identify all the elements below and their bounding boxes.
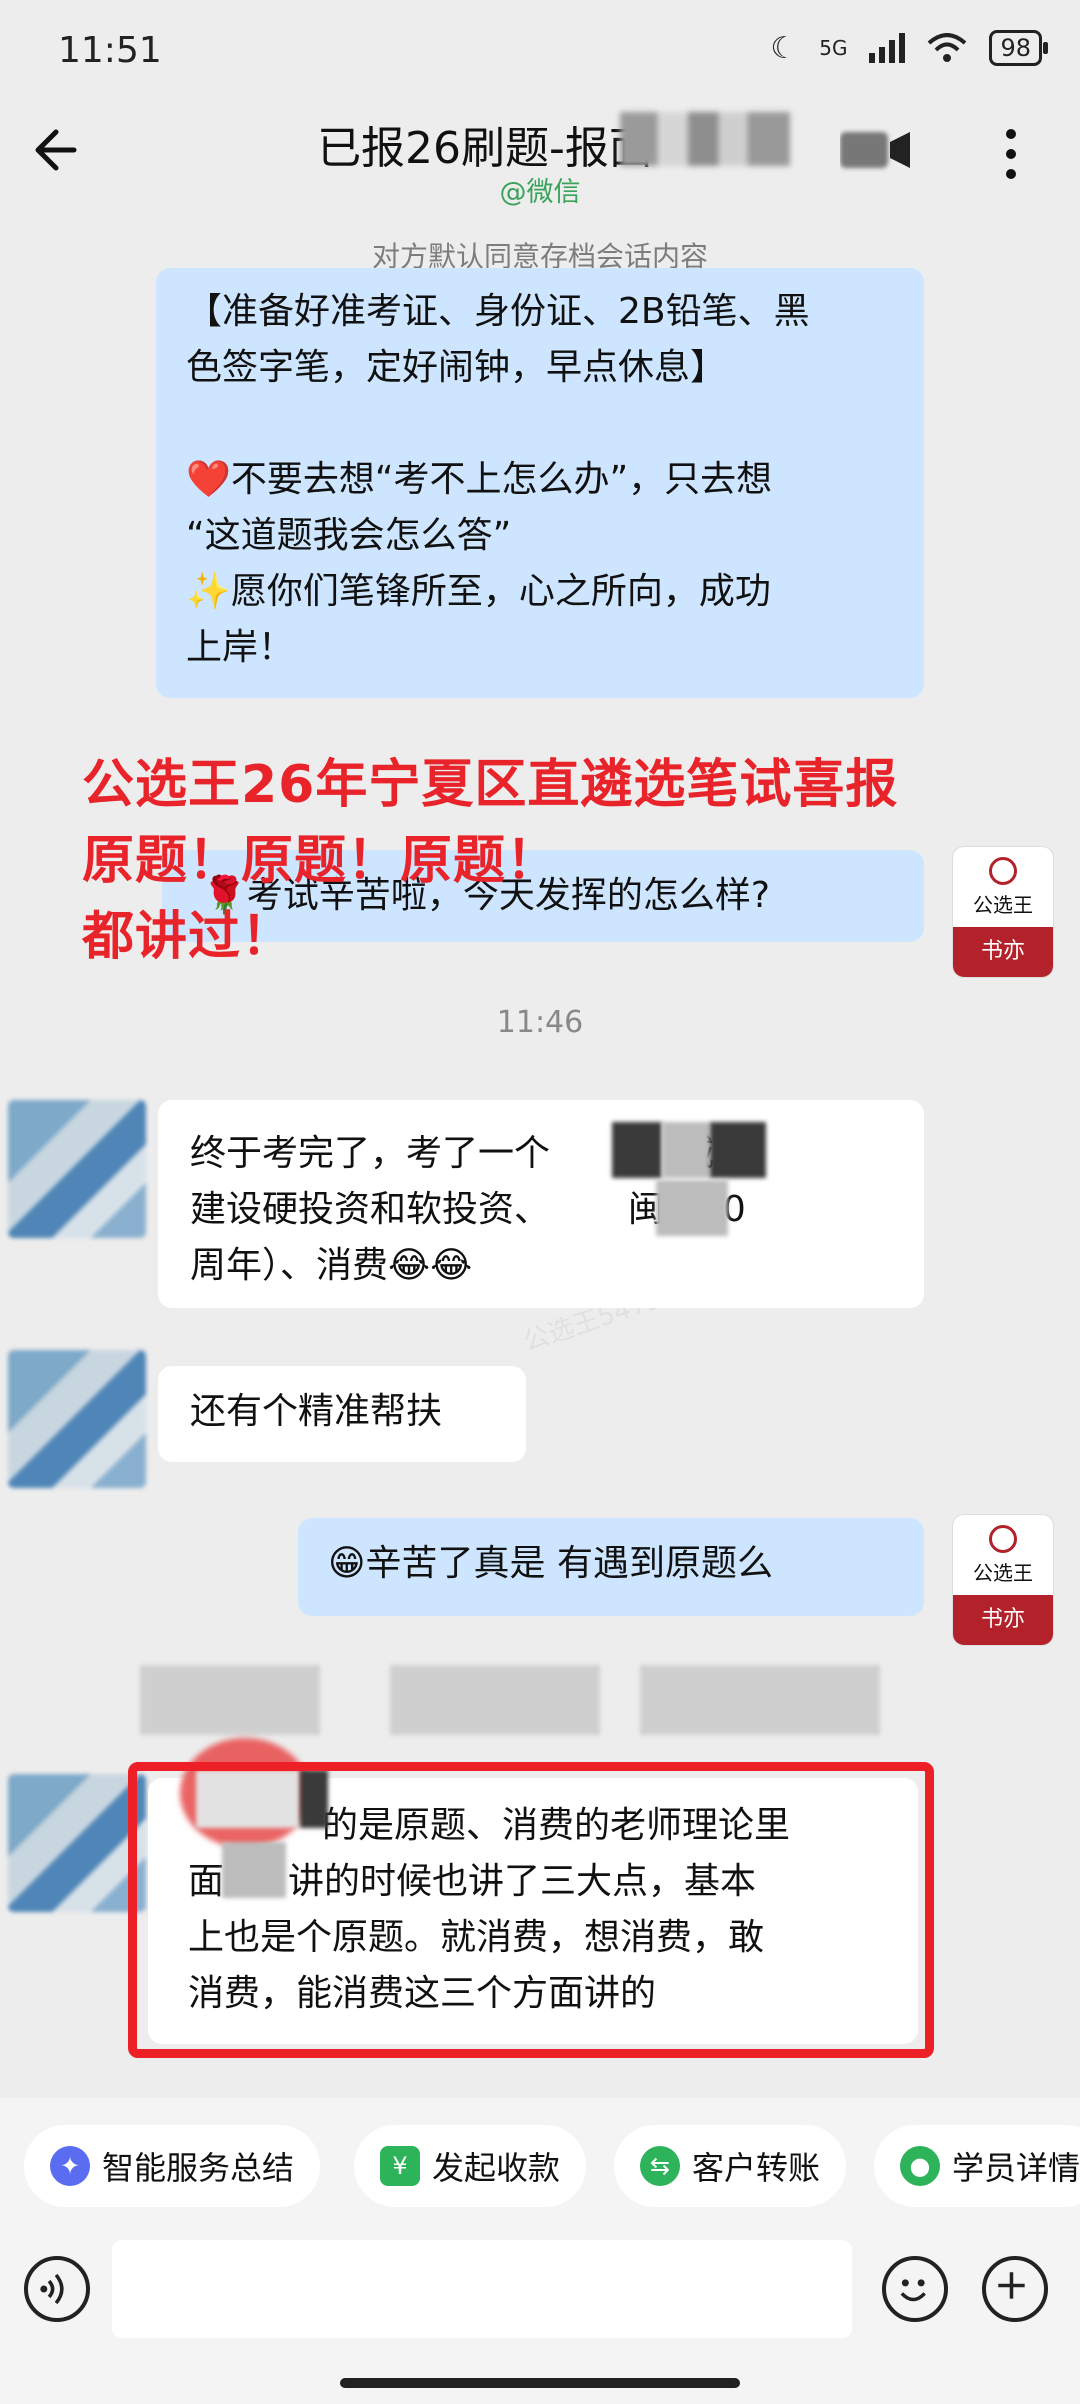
message-text: 周年）、消费😂😂 xyxy=(190,1245,473,1286)
message-bubble-incoming[interactable]: 还有个精准帮扶 xyxy=(158,1366,526,1462)
signal-icon xyxy=(869,33,906,63)
message-bubble-outgoing[interactable]: 😁辛苦了真是 有遇到原题么 xyxy=(298,1518,924,1616)
quick-action-collect-payment[interactable]: ¥ 发起收款 xyxy=(354,2125,587,2207)
message-line: “这道题我会怎么答” xyxy=(186,515,512,556)
avatar[interactable] xyxy=(8,1774,146,1912)
redacted-text xyxy=(710,1122,766,1178)
chat-subtitle: @微信 xyxy=(499,177,581,208)
message-text: 还有个精准帮扶 xyxy=(190,1391,443,1432)
avatar-brand[interactable]: 公选王 书亦 xyxy=(952,846,1054,978)
brand-tag: 书亦 xyxy=(953,927,1053,977)
redacted-title-part xyxy=(620,112,790,166)
more-options-icon[interactable] xyxy=(996,128,1026,180)
overlay-subline: 原题！原题！原题！ xyxy=(82,831,560,891)
student-icon: ● xyxy=(900,2146,940,2186)
message-line: ❤️不要去想“考不上怎么办”，只去想 xyxy=(186,459,773,500)
message-text: 终于考完了，考了一个 xyxy=(190,1133,551,1174)
avatar[interactable] xyxy=(8,1350,146,1488)
time-divider: 11:46 xyxy=(496,1005,584,1040)
brand-name: 公选王 xyxy=(973,892,1033,917)
chat-title: 已报26刷题-报面 xyxy=(317,123,653,174)
transfer-icon: ⇆ xyxy=(640,2146,680,2186)
highlight-frame xyxy=(128,1762,934,2058)
status-time: 11:51 xyxy=(58,30,162,71)
quick-action-smart-summary[interactable]: ✦ 智能服务总结 xyxy=(24,2125,321,2207)
chip-label: 客户转账 xyxy=(692,2149,821,2187)
chip-label: 智能服务总结 xyxy=(102,2149,295,2187)
message-bubble-incoming[interactable]: 终于考完了，考了一个城市 建设硬投资和软投资、闽宁30 周年）、消费😂😂 xyxy=(158,1100,924,1308)
message-line: 【准备好准考证、身份证、2B铅笔、黑 xyxy=(186,291,810,332)
redacted-text xyxy=(662,1122,710,1178)
home-indicator xyxy=(340,2378,740,2388)
battery-indicator: 98 xyxy=(989,30,1048,66)
overlay-headline: 公选王26年宁夏区直遴选笔试喜报 xyxy=(82,755,899,815)
emoji-icon[interactable] xyxy=(882,2256,948,2322)
overlay-subline: 都讲过！ xyxy=(82,907,295,967)
redacted-system-line xyxy=(640,1665,880,1735)
brand-name: 公选王 xyxy=(973,1560,1033,1585)
yuan-icon: ¥ xyxy=(380,2146,420,2186)
message-line: ✨愿你们笔锋所至，心之所向，成功 xyxy=(186,571,771,612)
video-call-icon[interactable] xyxy=(840,128,912,172)
plus-icon[interactable] xyxy=(982,2256,1048,2322)
seal-icon xyxy=(989,856,1017,885)
redacted-system-line xyxy=(140,1665,320,1735)
quick-action-student-details[interactable]: ● 学员详情 xyxy=(874,2125,1080,2207)
network-label: 5G xyxy=(819,36,848,60)
message-line: 上岸！ xyxy=(186,627,295,668)
redacted-text xyxy=(656,1180,728,1236)
avatar[interactable] xyxy=(8,1100,146,1238)
message-input[interactable] xyxy=(112,2240,852,2338)
wifi-icon xyxy=(928,33,967,62)
message-bubble-outgoing[interactable]: 【准备好准考证、身份证、2B铅笔、黑 色签字笔，定好闹钟，早点休息】 ❤️不要去… xyxy=(156,268,924,698)
avatar-brand[interactable]: 公选王 书亦 xyxy=(952,1514,1054,1646)
quick-action-transfer[interactable]: ⇆ 客户转账 xyxy=(614,2125,847,2207)
status-icons: ☾ 5G 98 xyxy=(770,30,1048,66)
chip-label: 学员详情 xyxy=(952,2149,1080,2187)
redacted-text xyxy=(612,1122,662,1178)
brand-tag: 书亦 xyxy=(953,1595,1053,1645)
message-line: 色签字笔，定好闹钟，早点休息】 xyxy=(186,347,727,388)
ai-summary-icon: ✦ xyxy=(50,2146,90,2186)
message-text: 建设硬投资和软投资、 xyxy=(190,1189,551,1230)
chip-label: 发起收款 xyxy=(432,2149,561,2187)
moon-icon: ☾ xyxy=(770,30,798,66)
redacted-system-line xyxy=(390,1665,600,1735)
voice-input-icon[interactable] xyxy=(24,2256,90,2322)
chip-clip: ● 学员详情 xyxy=(874,2125,1080,2207)
seal-icon xyxy=(989,1524,1017,1553)
message-text: 😁辛苦了真是 有遇到原题么 xyxy=(328,1543,773,1584)
